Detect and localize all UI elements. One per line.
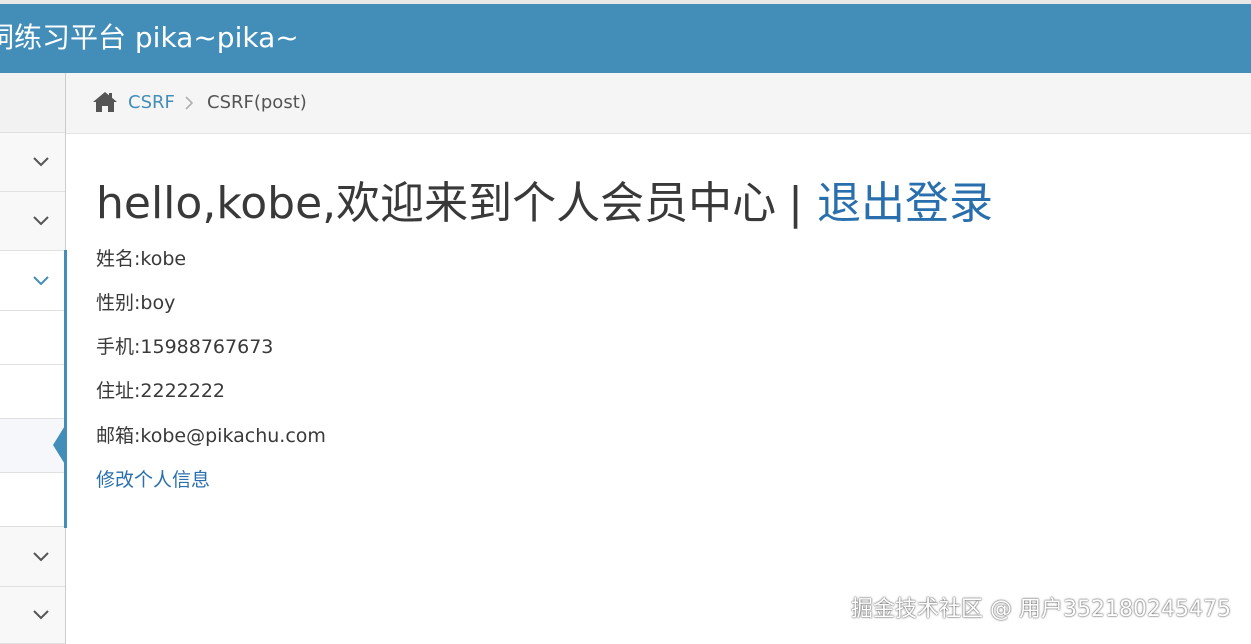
submenu-indicator-bar [64,250,67,528]
chevron-down-icon [33,275,49,285]
active-item-arrow [53,424,66,466]
sidebar-item-3[interactable] [0,527,65,587]
watermark: 掘金技术社区 @ 用户352180245475 [851,597,1231,622]
logout-link[interactable]: 退出登录 [817,178,993,229]
info-email: 邮箱:kobe@pikachu.com [96,425,326,447]
sidebar-collapse-area [0,73,65,133]
chevron-down-icon [33,551,49,561]
chevron-right-icon [185,96,194,110]
sidebar-item-2[interactable] [0,192,65,251]
welcome-text: hello,kobe,欢迎来到个人会员中心 [96,178,777,229]
chevron-down-icon [33,216,49,226]
sidebar-subitem-1[interactable] [0,311,65,365]
chevron-down-icon [33,157,49,167]
info-phone: 手机:15988767673 [96,336,274,358]
heading-separator: | [788,178,803,229]
chevron-down-icon [33,610,49,620]
info-address: 住址:2222222 [96,380,226,402]
sidebar-subitem-2[interactable] [0,365,65,419]
brand-title[interactable]: 洞练习平台 pika~pika~ [0,16,299,60]
top-navbar: 洞练习平台 pika~pika~ [0,0,1251,73]
info-name: 姓名:kobe [96,248,187,270]
breadcrumb-link-csrf[interactable]: CSRF [128,91,175,115]
info-gender: 性别:boy [96,292,176,314]
breadcrumb-current: CSRF(post) [207,92,307,113]
home-icon[interactable] [92,91,118,113]
sidebar-item-1[interactable] [0,133,65,192]
sidebar [0,73,66,644]
sidebar-subitem-4[interactable] [0,473,65,527]
sidebar-item-csrf[interactable] [0,251,65,311]
page-title: hello,kobe,欢迎来到个人会员中心 | 退出登录 [96,174,993,234]
edit-profile-link[interactable]: 修改个人信息 [96,467,210,493]
sidebar-item-4[interactable] [0,587,65,644]
breadcrumb: CSRF CSRF(post) [66,73,1251,134]
